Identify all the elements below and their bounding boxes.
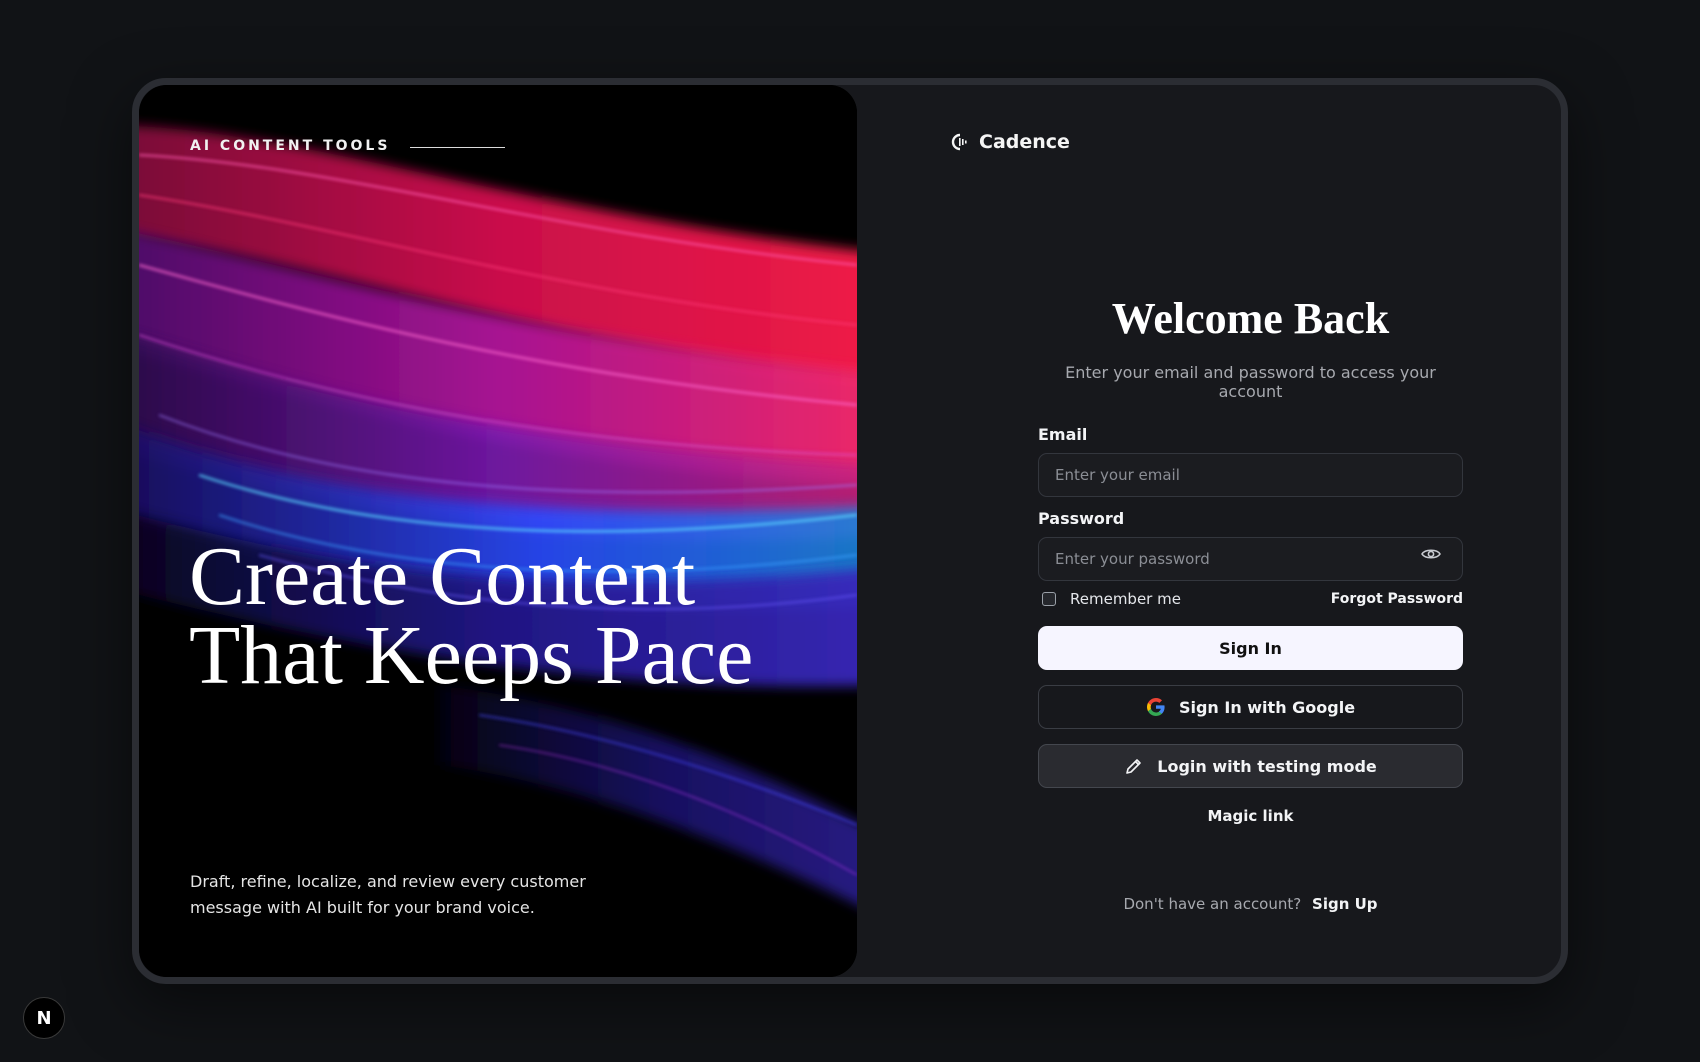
show-password-eye-icon[interactable] bbox=[1421, 547, 1441, 561]
password-input[interactable] bbox=[1038, 537, 1463, 581]
sign-in-label: Sign In bbox=[1219, 638, 1282, 658]
hero-subtext: Draft, refine, localize, and review ever… bbox=[190, 872, 586, 917]
google-icon bbox=[1146, 698, 1165, 716]
email-input[interactable] bbox=[1038, 453, 1463, 497]
hero-headline: Create Content That Keeps Pace bbox=[189, 530, 754, 702]
password-label: Password bbox=[1038, 509, 1125, 528]
sign-up-link[interactable]: Sign Up bbox=[1312, 895, 1378, 913]
pencil-icon bbox=[1126, 759, 1142, 774]
form-subtitle: Enter your email and password to access … bbox=[1065, 363, 1436, 401]
cadence-logo-icon bbox=[951, 133, 967, 151]
testing-mode-label: Login with testing mode bbox=[1157, 756, 1377, 776]
signup-row: Don't have an account? Sign Up bbox=[1038, 895, 1463, 913]
auth-card: AI CONTENT TOOLS Create Content That Kee… bbox=[132, 78, 1568, 984]
hero-eyebrow: AI CONTENT TOOLS bbox=[190, 138, 506, 154]
sign-in-button[interactable]: Sign In bbox=[1038, 626, 1463, 670]
hero-panel: AI CONTENT TOOLS Create Content That Kee… bbox=[139, 85, 857, 977]
remember-me-checkbox[interactable]: Remember me bbox=[1042, 590, 1181, 608]
form-title: Welcome Back bbox=[1111, 294, 1390, 343]
badge-label: N bbox=[36, 1007, 52, 1029]
remember-me-label: Remember me bbox=[1070, 590, 1181, 608]
hero-eyebrow-text: AI CONTENT TOOLS bbox=[190, 138, 391, 154]
email-label: Email bbox=[1038, 425, 1088, 444]
checkbox-box[interactable] bbox=[1042, 592, 1056, 606]
login-form: Welcome Back Enter your email and passwo… bbox=[1038, 85, 1463, 977]
google-sign-in-label: Sign In with Google bbox=[1178, 697, 1356, 717]
nextjs-dev-badge[interactable]: N bbox=[23, 997, 65, 1039]
eyebrow-divider bbox=[410, 147, 506, 148]
no-account-text: Don't have an account? bbox=[1123, 895, 1302, 913]
testing-mode-button[interactable]: Login with testing mode bbox=[1038, 744, 1463, 788]
google-sign-in-button[interactable]: Sign In with Google bbox=[1038, 685, 1463, 729]
magic-link[interactable]: Magic link bbox=[1038, 807, 1463, 825]
forgot-password-link[interactable]: Forgot Password bbox=[1331, 591, 1463, 607]
